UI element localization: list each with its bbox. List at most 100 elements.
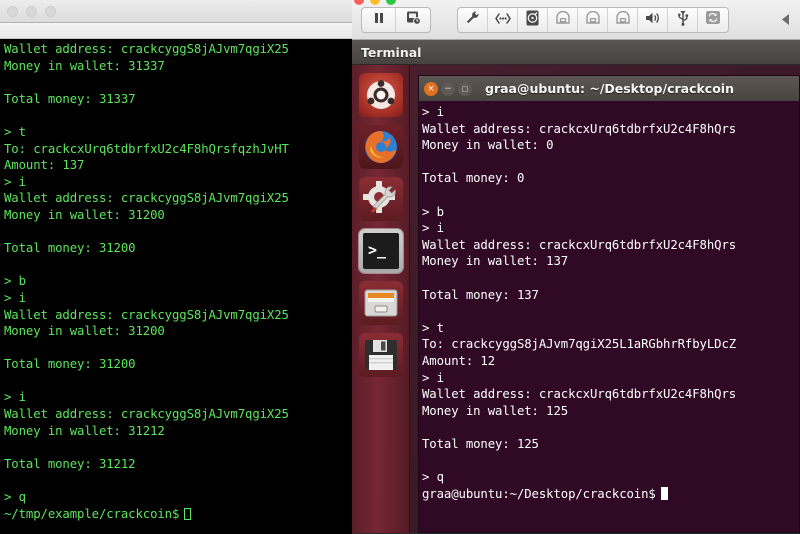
vm-minimize-button[interactable] — [370, 0, 380, 5]
terminal-line: > t — [4, 124, 26, 139]
ubuntu-prompt-text: graa@ubuntu:~/Desktop/crackcoin$ — [422, 486, 656, 501]
usb-icon — [676, 10, 690, 30]
terminal-line: > i — [422, 221, 444, 236]
terminal-line: > b — [4, 274, 26, 289]
mac-terminal-output[interactable]: Wallet address: crackcyggS8jAJvm7qgiX25 M… — [0, 39, 352, 534]
vm-titlebar[interactable]: Terminal — [352, 40, 800, 65]
vm-window: Terminal >_ × − □ graa@ubuntu: ~/Desktop… — [352, 0, 800, 534]
removable-disk-icon — [585, 10, 601, 29]
terminal-line: Money in wallet: 125 — [422, 403, 569, 418]
terminal-line: > i — [4, 390, 26, 405]
ubuntu-title-text: graa@ubuntu: ~/Desktop/crackcoin — [485, 81, 734, 96]
pause-button[interactable] — [362, 7, 396, 32]
removable-disk-icon — [555, 10, 571, 29]
vm-control-group — [361, 6, 431, 33]
launcher-item-system-settings[interactable] — [358, 177, 403, 221]
terminal-line: Money in wallet: 31200 — [4, 324, 165, 339]
launcher-item-firefox[interactable] — [358, 125, 403, 169]
screenshot-root: Wallet address: crackcyggS8jAJvm7qgiX25 M… — [0, 0, 800, 534]
terminal-line: > i — [4, 174, 26, 189]
terminal-line: > q — [4, 490, 26, 505]
shared-folders-button[interactable] — [698, 8, 728, 32]
harddisk-icon — [526, 10, 539, 30]
terminal-line: > i — [4, 290, 26, 305]
settings-button[interactable] — [458, 7, 488, 32]
network-button[interactable] — [488, 7, 518, 32]
terminal-line: Amount: 12 — [422, 353, 496, 368]
vm-toolbar — [352, 0, 800, 40]
ubuntu-logo-icon — [366, 80, 395, 109]
ubuntu-titlebar[interactable]: × − □ graa@ubuntu: ~/Desktop/crackcoin — [419, 76, 799, 101]
ubuntu-close-button[interactable]: × — [424, 81, 438, 96]
unity-launcher: >_ — [352, 65, 410, 533]
launcher-item-files[interactable] — [358, 281, 403, 325]
snapshot-button[interactable] — [396, 8, 430, 32]
ubuntu-cursor — [660, 486, 668, 500]
sync-icon — [705, 10, 721, 29]
mac-minimize-button[interactable] — [26, 6, 37, 17]
terminal-line: Total money: 31200 — [4, 357, 136, 372]
removable-disk-icon — [615, 10, 631, 29]
ubuntu-terminal-output[interactable]: > i Wallet address: crackcxUrq6tdbrfxU2c4… — [419, 101, 799, 502]
launcher-item-software[interactable] — [358, 333, 403, 377]
removable-device-3-button[interactable] — [608, 7, 638, 32]
collapse-toolbar-button[interactable] — [778, 7, 794, 33]
usb-button[interactable] — [668, 7, 698, 32]
launcher-item-terminal[interactable]: >_ — [358, 229, 403, 273]
mac-prompt-line: ~/tmp/example/crackcoin$ — [4, 506, 352, 523]
terminal-line: To: crackcxUrq6tdbrfxU2c4F8hQrsfqzhJvHT — [4, 141, 289, 156]
ubuntu-terminal-lines: > i Wallet address: crackcxUrq6tdbrfxU2c4… — [422, 104, 799, 486]
terminal-line: Wallet address: crackcyggS8jAJvm7qgiX25 — [4, 407, 289, 422]
terminal-line: Money in wallet: 31212 — [4, 423, 165, 438]
terminal-line: Wallet address: crackcyggS8jAJvm7qgiX25 — [4, 42, 289, 56]
terminal-line: Wallet address: crackcxUrq6tdbrfxU2c4F8h… — [422, 121, 737, 136]
terminal-line: Wallet address: crackcyggS8jAJvm7qgiX25 — [4, 191, 289, 206]
ubuntu-maximize-button[interactable]: □ — [458, 81, 472, 96]
harddisk-button[interactable] — [518, 7, 548, 32]
mac-terminal-lines: Wallet address: crackcyggS8jAJvm7qgiX25 M… — [4, 41, 352, 506]
vm-zoom-button[interactable] — [386, 0, 396, 5]
removable-device-1-button[interactable] — [548, 7, 578, 32]
mac-prompt-text: ~/tmp/example/crackcoin$ — [4, 506, 180, 521]
floppy-disk-icon — [364, 340, 397, 370]
terminal-line: Total money: 0 — [422, 171, 525, 186]
vm-title-text: Terminal — [361, 44, 422, 60]
mac-subtitlebar — [0, 23, 352, 39]
vm-traffic-lights — [354, 0, 396, 5]
terminal-line: Money in wallet: 0 — [422, 138, 554, 153]
terminal-line: > i — [422, 105, 444, 119]
mac-titlebar[interactable] — [0, 0, 352, 23]
removable-device-2-button[interactable] — [578, 7, 608, 32]
mac-traffic-lights — [7, 6, 56, 17]
terminal-line: Total money: 137 — [422, 287, 539, 302]
terminal-line: Wallet address: crackcxUrq6tdbrfxU2c4F8h… — [422, 387, 737, 402]
mac-zoom-button[interactable] — [45, 6, 56, 17]
terminal-line: Wallet address: crackcxUrq6tdbrfxU2c4F8h… — [422, 237, 737, 252]
terminal-line: Total money: 31212 — [4, 456, 136, 471]
sound-button[interactable] — [638, 7, 668, 32]
terminal-line: > t — [422, 320, 444, 335]
terminal-line: Amount: 137 — [4, 158, 85, 173]
launcher-item-dash[interactable] — [358, 73, 403, 117]
terminal-line: Money in wallet: 137 — [422, 254, 569, 269]
vm-device-group — [457, 6, 729, 33]
vm-close-button[interactable] — [354, 0, 364, 5]
mac-close-button[interactable] — [7, 6, 18, 17]
terminal-line: Money in wallet: 31337 — [4, 58, 165, 73]
terminal-line: Total money: 31337 — [4, 91, 136, 106]
svg-text:>_: >_ — [368, 241, 387, 259]
ubuntu-minimize-button[interactable]: − — [441, 81, 455, 96]
ubuntu-terminal-window: × − □ graa@ubuntu: ~/Desktop/crackcoin >… — [418, 75, 800, 533]
terminal-line: Money in wallet: 31200 — [4, 207, 165, 222]
